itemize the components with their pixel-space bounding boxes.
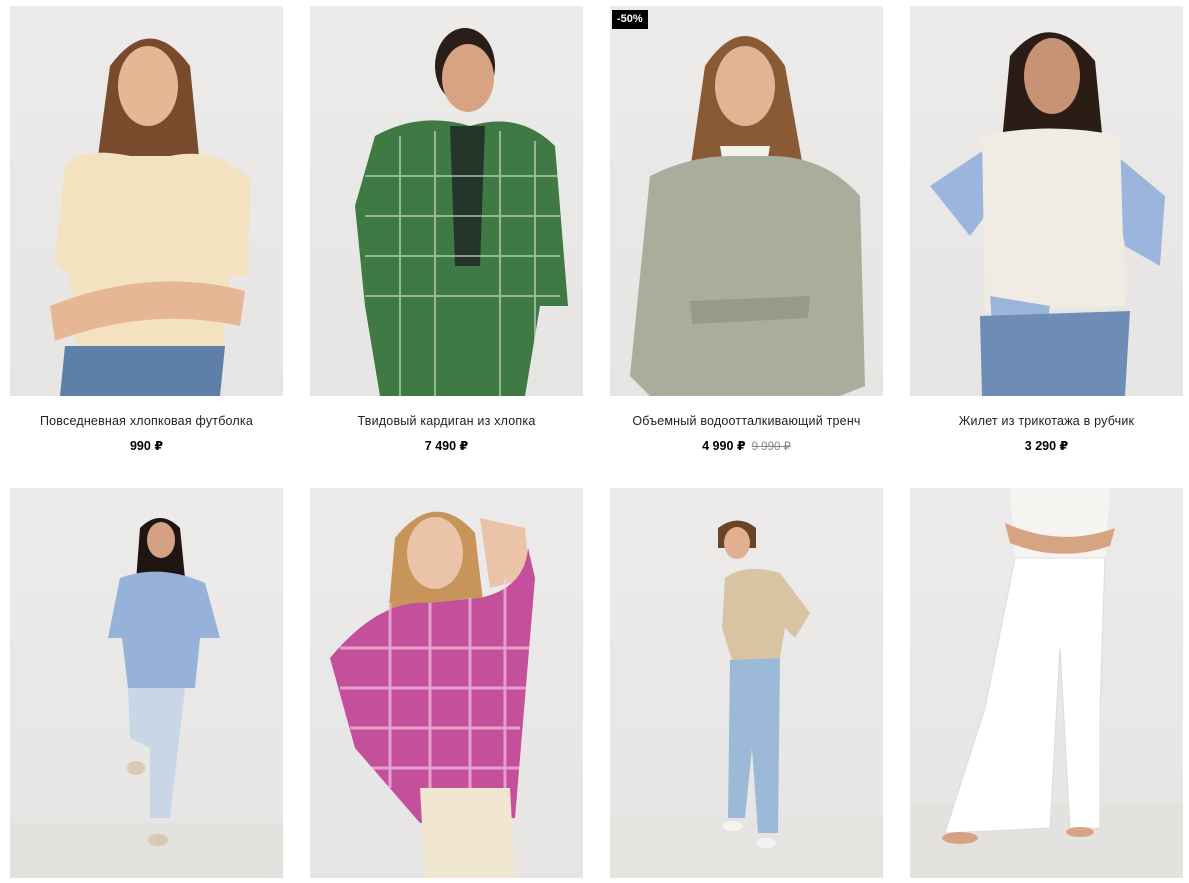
product-image[interactable]	[610, 488, 883, 878]
product-title[interactable]: Объемный водоотталкивающий тренч	[610, 414, 883, 428]
product-price: 3 290 ₽	[1024, 439, 1069, 453]
model-photo	[10, 518, 283, 878]
product-image[interactable]	[310, 6, 583, 396]
product-card[interactable]	[10, 488, 283, 878]
product-price-line: 4 990 ₽ 9 990 ₽	[610, 438, 883, 453]
product-title[interactable]: Твидовый кардиган из хлопка	[310, 414, 583, 428]
product-title[interactable]: Повседневная хлопковая футболка	[10, 414, 283, 428]
product-card[interactable]	[310, 488, 583, 878]
product-title[interactable]: Жилет из трикотажа в рубчик	[910, 414, 1183, 428]
product-image[interactable]	[10, 6, 283, 396]
model-photo	[330, 511, 535, 878]
model-photo	[610, 520, 883, 878]
product-card[interactable]: -50% Объемный водоотталкивающий тренч 4 …	[610, 6, 883, 453]
model-photo	[930, 32, 1165, 396]
product-price-line: 990 ₽	[10, 438, 283, 453]
product-price: 4 990 ₽	[702, 439, 746, 453]
product-price: 7 490 ₽	[424, 439, 469, 453]
product-image[interactable]: -50%	[610, 6, 883, 396]
model-photo	[50, 38, 250, 396]
model-photo	[355, 28, 568, 396]
model-photo	[910, 488, 1183, 878]
product-card[interactable]: Повседневная хлопковая футболка 990 ₽	[10, 6, 283, 453]
product-card[interactable]: Жилет из трикотажа в рубчик 3 290 ₽	[910, 6, 1183, 453]
product-price-line: 7 490 ₽	[310, 438, 583, 453]
product-card[interactable]: Твидовый кардиган из хлопка 7 490 ₽	[310, 6, 583, 453]
product-old-price: 9 990 ₽	[751, 441, 791, 453]
discount-badge: -50%	[612, 10, 648, 29]
model-photo	[630, 36, 865, 396]
product-image[interactable]	[10, 488, 283, 878]
product-card[interactable]	[910, 488, 1183, 878]
product-image[interactable]	[910, 488, 1183, 878]
product-image[interactable]	[910, 6, 1183, 396]
product-price-line: 3 290 ₽	[910, 438, 1183, 453]
product-image[interactable]	[310, 488, 583, 878]
product-price: 990 ₽	[129, 439, 164, 453]
product-card[interactable]	[610, 488, 883, 878]
